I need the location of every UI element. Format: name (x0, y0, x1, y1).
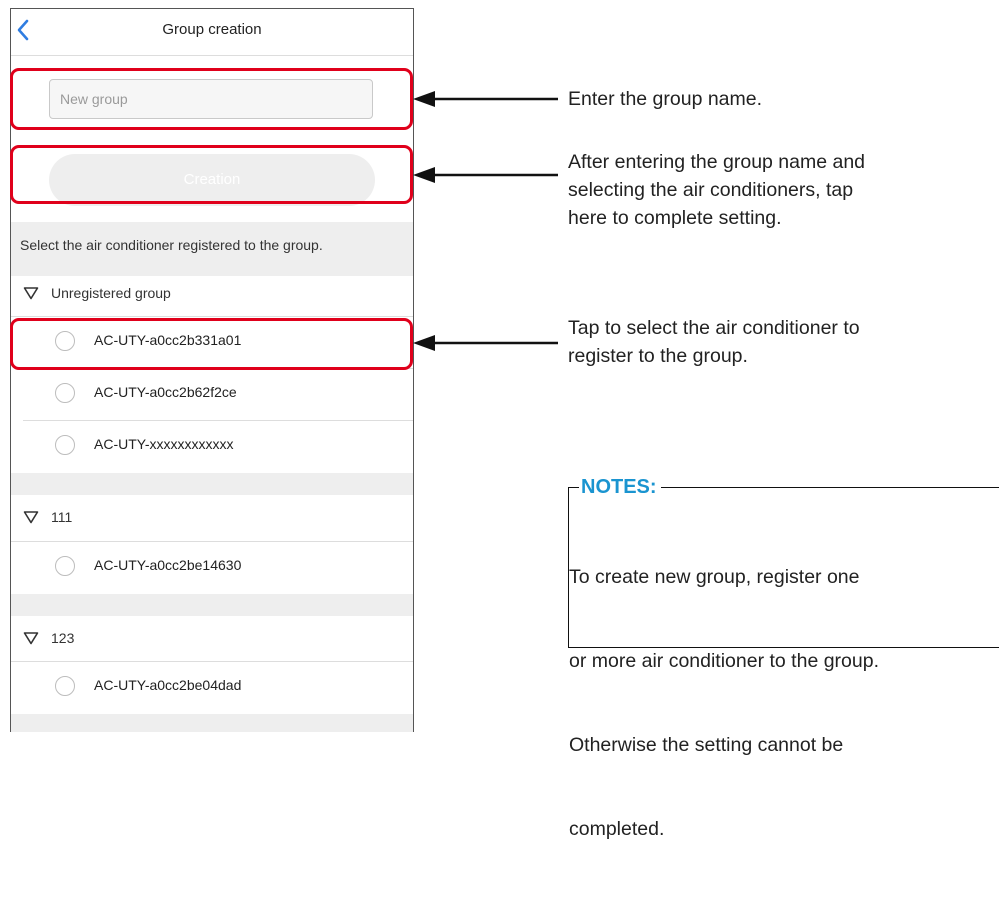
radio-button[interactable] (55, 331, 75, 351)
device-row[interactable]: AC-UTY-a0cc2be14630 (11, 542, 413, 594)
group-header-123[interactable]: 123 (23, 630, 74, 646)
notes-title: NOTES: (579, 476, 661, 499)
callout-select: Tap to select the air conditioner to reg… (568, 314, 860, 370)
triangle-down-icon (23, 287, 39, 300)
triangle-down-icon (23, 632, 39, 645)
radio-button[interactable] (55, 676, 75, 696)
group-name-label: Unregistered group (51, 285, 171, 301)
page-title: Group creation (162, 21, 262, 38)
device-label: AC-UTY-a0cc2b62f2ce (94, 384, 237, 400)
device-label: AC-UTY-xxxxxxxxxxxx (94, 436, 234, 452)
device-label: AC-UTY-a0cc2b331a01 (94, 332, 242, 348)
callout-creation: After entering the group name and select… (568, 148, 865, 232)
notes-line: or more air conditioner to the group. (569, 650, 880, 672)
group-name-label: 123 (51, 630, 75, 646)
device-row[interactable]: AC-UTY-a0cc2b331a01 (11, 317, 413, 369)
callout-name: Enter the group name. (568, 85, 762, 113)
callout-line: here to complete setting. (568, 207, 782, 229)
creation-button[interactable]: Creation (49, 154, 375, 206)
radio-button[interactable] (55, 383, 75, 403)
callout-line: After entering the group name and (568, 151, 866, 173)
device-label: AC-UTY-a0cc2be04dad (94, 677, 242, 693)
triangle-down-icon (23, 511, 39, 524)
callout-line: register to the group. (568, 345, 748, 367)
callout-line: Enter the group name. (568, 88, 763, 110)
callout-line: selecting the air conditioners, tap (568, 179, 854, 201)
instruction-text: Select the air conditioner registered to… (20, 237, 323, 253)
notes-line: completed. (569, 818, 665, 840)
section-band (11, 714, 413, 732)
group-name-input[interactable] (50, 80, 372, 118)
radio-button[interactable] (55, 556, 75, 576)
group-name-label: 111 (51, 509, 73, 525)
device-row[interactable]: AC-UTY-a0cc2b62f2ce (11, 369, 413, 421)
device-label: AC-UTY-a0cc2be14630 (94, 557, 242, 573)
notes-line: Otherwise the setting cannot be (569, 734, 844, 756)
phone-screen: Group creation Creation Select the air c… (10, 8, 414, 732)
callout-line: Tap to select the air conditioner to (568, 317, 860, 339)
section-band (11, 594, 413, 616)
notes-line: To create new group, register one (569, 566, 860, 588)
arrow-left-icon (413, 167, 558, 183)
group-header-111[interactable]: 111 (23, 509, 72, 525)
navigation-bar: Group creation (11, 9, 413, 56)
notes-body: To create new group, register one or mor… (569, 507, 879, 899)
arrow-left-icon (413, 91, 558, 107)
device-row[interactable]: AC-UTY-xxxxxxxxxxxx (11, 421, 413, 473)
group-name-field-container (49, 79, 373, 119)
group-header-unregistered[interactable]: Unregistered group (23, 285, 171, 301)
notes-box: NOTES: To create new group, register one… (568, 476, 999, 840)
arrow-left-icon (413, 335, 558, 351)
section-band (11, 473, 413, 495)
radio-button[interactable] (55, 435, 75, 455)
device-row[interactable]: AC-UTY-a0cc2be04dad (11, 662, 413, 714)
